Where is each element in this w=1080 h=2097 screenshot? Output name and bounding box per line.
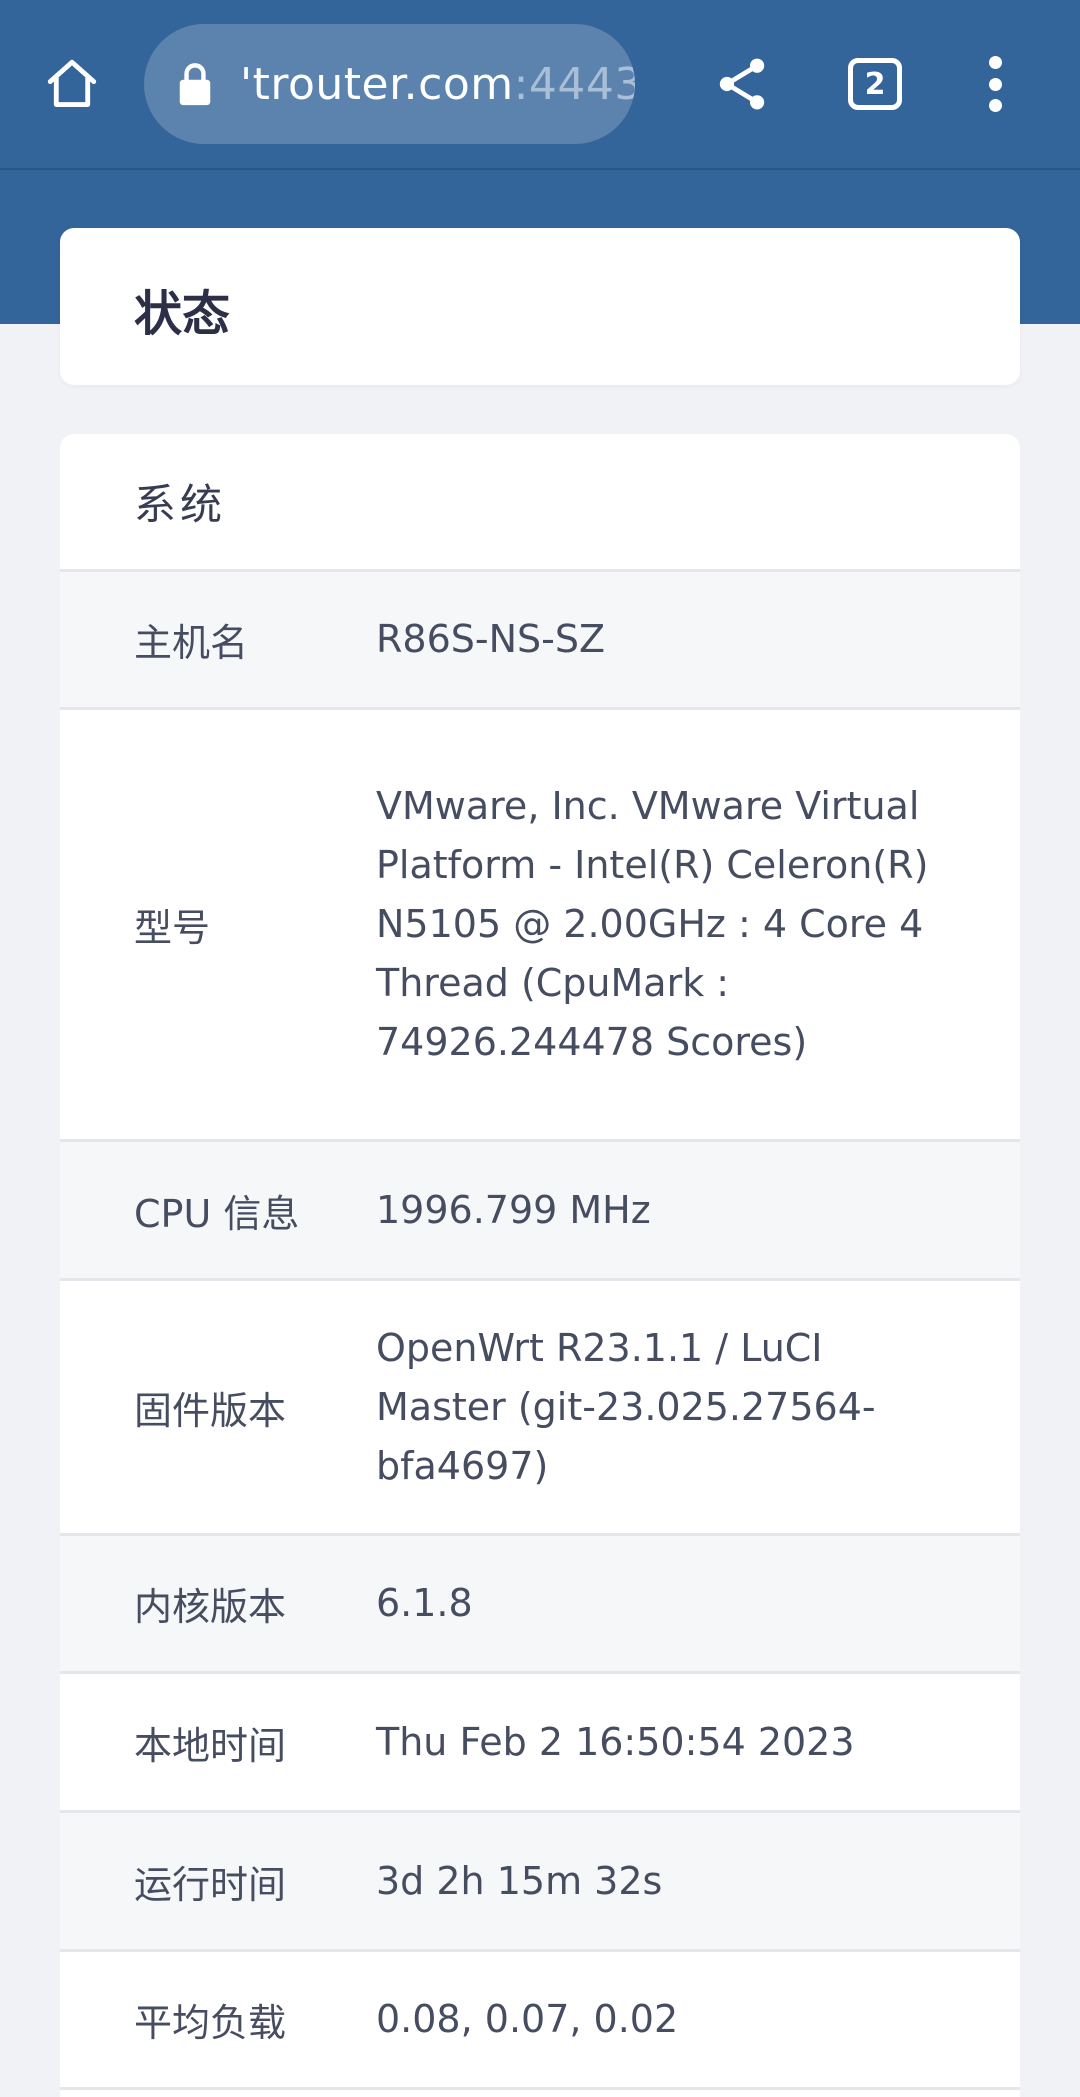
lock-icon — [172, 54, 218, 114]
menu-dot — [988, 99, 1002, 112]
table-row-firmware: 固件版本 OpenWrt R23.1.1 / LuCI Master (git-… — [60, 1281, 1020, 1536]
share-icon — [719, 58, 765, 110]
url-host: 'trouter.com — [240, 58, 514, 110]
row-value: 0.08, 0.07, 0.02 — [376, 1997, 679, 2041]
row-value: 6.1.8 — [376, 1581, 473, 1625]
row-label: 型号 — [134, 906, 211, 950]
page-title: 状态 — [134, 286, 231, 342]
table-row-load-average: 平均负载 0.08, 0.07, 0.02 — [60, 1952, 1020, 2090]
row-label: 固件版本 — [134, 1388, 287, 1433]
row-value: R86S-NS-SZ — [376, 617, 606, 661]
table-row-cpu-info: CPU 信息 1996.799 MHz — [60, 1142, 1020, 1281]
table-row-uptime: 运行时间 3d 2h 15m 32s — [60, 1813, 1020, 1952]
row-value: Thu Feb 2 16:50:54 2023 — [376, 1719, 855, 1764]
table-row-local-time: 本地时间 Thu Feb 2 16:50:54 2023 — [60, 1674, 1020, 1813]
table-row-model: 型号 VMware, Inc. VMware Virtual Platform … — [60, 710, 1020, 1142]
home-icon — [47, 59, 97, 107]
table-row-kernel: 内核版本 6.1.8 — [60, 1536, 1020, 1674]
browser-toolbar: 'trouter.com:4443 2 — [0, 0, 1080, 170]
row-label: 主机名 — [134, 621, 249, 665]
row-value: 3d 2h 15m 32s — [376, 1858, 663, 1903]
tabs-icon[interactable]: 2 — [848, 58, 902, 110]
title-card: 状态 — [60, 228, 1020, 385]
row-label: 运行时间 — [134, 1862, 287, 1907]
share-button[interactable] — [712, 54, 772, 114]
row-label: 平均负载 — [134, 2001, 287, 2045]
table-row-hostname: 主机名 R86S-NS-SZ — [60, 572, 1020, 710]
more-vert-icon[interactable] — [978, 52, 1012, 116]
row-value: VMware, Inc. VMware Virtual Platform - I… — [376, 784, 929, 1064]
url-text: 'trouter.com:4443 — [240, 59, 635, 110]
row-value: OpenWrt R23.1.1 / LuCI Master (git-23.02… — [376, 1325, 876, 1488]
row-label: CPU 信息 — [134, 1191, 300, 1236]
row-value: 1996.799 MHz — [376, 1187, 651, 1232]
row-label: 内核版本 — [134, 1585, 287, 1629]
url-port: :4443 — [513, 58, 635, 110]
system-info-card: 系统 主机名 R86S-NS-SZ 型号 VMware, Inc. VMware… — [60, 434, 1020, 2097]
home-button[interactable] — [38, 50, 106, 118]
menu-dot — [988, 56, 1002, 69]
menu-dot — [988, 77, 1002, 91]
address-bar[interactable]: 'trouter.com:4443 — [144, 24, 635, 144]
row-label: 本地时间 — [134, 1723, 287, 1768]
section-title: 系统 — [60, 434, 1020, 572]
